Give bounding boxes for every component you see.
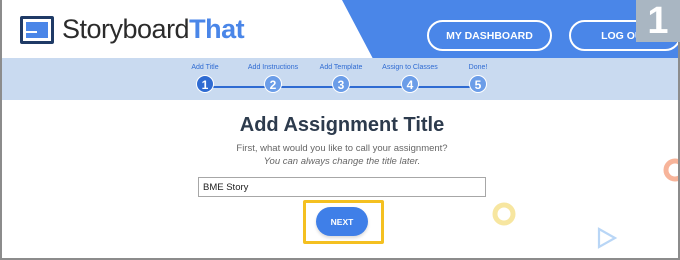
- app-window: StoryboardThat MY DASHBOARD LOG OUT Add …: [0, 0, 680, 260]
- top-header: StoryboardThat MY DASHBOARD LOG OUT: [2, 0, 678, 58]
- decorative-ring-icon: [492, 202, 516, 226]
- logo-text-suffix: That: [189, 14, 245, 44]
- title-prompt-text: First, what would you like to call your …: [236, 143, 448, 154]
- step-label: Done!: [468, 64, 488, 71]
- next-button[interactable]: NEXT: [316, 207, 368, 236]
- step-number: 1: [196, 75, 214, 93]
- logo-text: StoryboardThat: [62, 14, 245, 45]
- decorative-triangle-icon: [597, 227, 618, 249]
- step-number: 5: [469, 75, 487, 93]
- my-dashboard-button[interactable]: MY DASHBOARD: [427, 20, 552, 51]
- step-done[interactable]: Done! 5: [433, 62, 523, 93]
- step-number: 3: [332, 75, 350, 93]
- decorative-arc-icon: [663, 158, 678, 182]
- storyboard-logo-icon: [20, 15, 54, 44]
- logo-text-prefix: Storyboard: [62, 14, 190, 44]
- storyboardthat-logo[interactable]: StoryboardThat: [20, 14, 245, 45]
- step-number: 4: [401, 75, 419, 93]
- title-hint-text: You can always change the title later.: [263, 156, 421, 167]
- assignment-title-input[interactable]: [198, 177, 486, 197]
- step-number-badge: 1: [636, 0, 680, 42]
- page-title: Add Assignment Title: [239, 114, 445, 136]
- step-number: 2: [264, 75, 282, 93]
